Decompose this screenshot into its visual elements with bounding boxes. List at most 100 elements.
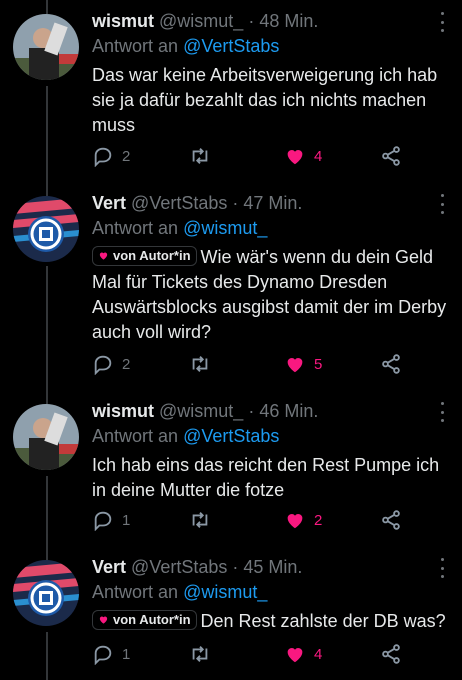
- retweet-button[interactable]: [188, 508, 212, 532]
- timestamp[interactable]: 46 Min.: [259, 401, 318, 421]
- separator: ·: [248, 11, 255, 31]
- reply-context: Antwort an @VertStabs: [92, 35, 279, 57]
- schalke-avatar-icon: [13, 560, 79, 626]
- display-name[interactable]: wismut: [92, 401, 154, 421]
- author-badge: von Autor*in: [92, 245, 197, 266]
- reply-mention-link[interactable]: @VertStabs: [183, 426, 279, 446]
- tweet-actions: 1 2: [92, 508, 412, 532]
- retweet-button[interactable]: [188, 144, 212, 168]
- heart-icon: [287, 150, 303, 165]
- timestamp[interactable]: 48 Min.: [259, 11, 318, 31]
- more-options-icon[interactable]: [434, 402, 450, 422]
- heart-icon: [287, 358, 303, 373]
- reply-icon: [94, 147, 112, 167]
- retweet-button[interactable]: [188, 642, 212, 666]
- heart-icon: [287, 648, 303, 663]
- schalke-avatar-icon: [13, 196, 79, 262]
- tweet-text-container: von Autor*in Den Rest zahlste der DB was…: [92, 609, 448, 634]
- reply-button[interactable]: 1: [92, 508, 130, 532]
- reply-context: Antwort an @wismut_: [92, 217, 267, 239]
- reply-prefix: Antwort an: [92, 36, 179, 56]
- separator: ·: [248, 401, 255, 421]
- username[interactable]: @wismut_: [159, 401, 243, 421]
- tweet-header: wismut @wismut_ · 46 Min.: [92, 400, 432, 422]
- like-button[interactable]: 2: [284, 508, 322, 532]
- tweet-actions: 1 4: [92, 642, 412, 666]
- heart-icon: [287, 514, 303, 529]
- retweet-icon: [192, 646, 208, 662]
- reply-mention-link[interactable]: @VertStabs: [183, 36, 279, 56]
- reply-count: 2: [122, 147, 131, 165]
- like-count: 4: [314, 645, 323, 663]
- avatar[interactable]: [13, 560, 79, 626]
- share-icon: [382, 146, 400, 166]
- username[interactable]: @wismut_: [159, 11, 243, 31]
- more-options-icon[interactable]: [434, 12, 450, 32]
- reply-icon: [94, 355, 112, 375]
- reply-icon: [94, 511, 112, 531]
- like-count: 2: [314, 511, 323, 529]
- reply-count: 1: [122, 511, 131, 529]
- avatar[interactable]: [13, 14, 79, 80]
- tweet[interactable]: Vert @VertStabs · 45 Min. Antwort an @wi…: [0, 556, 462, 680]
- reply-mention-link[interactable]: @wismut_: [183, 218, 267, 238]
- tweet-header: wismut @wismut_ · 48 Min.: [92, 10, 432, 32]
- share-button[interactable]: [380, 144, 402, 168]
- share-icon: [382, 510, 400, 530]
- reply-button[interactable]: 2: [92, 144, 130, 168]
- username[interactable]: @VertStabs: [131, 193, 227, 213]
- avatar[interactable]: [13, 196, 79, 262]
- more-options-icon[interactable]: [434, 194, 450, 214]
- like-count: 5: [314, 355, 323, 373]
- display-name[interactable]: wismut: [92, 11, 154, 31]
- wismut-avatar-icon: [13, 404, 79, 470]
- reply-prefix: Antwort an: [92, 218, 179, 238]
- heart-icon: [99, 616, 108, 624]
- retweet-icon: [192, 356, 208, 372]
- tweet-actions: 2 5: [92, 352, 412, 376]
- retweet-icon: [192, 512, 208, 528]
- avatar[interactable]: [13, 404, 79, 470]
- separator: ·: [232, 193, 239, 213]
- wismut-avatar-icon: [13, 14, 79, 80]
- author-badge: von Autor*in: [92, 609, 197, 630]
- retweet-icon: [192, 148, 208, 164]
- display-name[interactable]: Vert: [92, 557, 126, 577]
- reply-prefix: Antwort an: [92, 582, 179, 602]
- reply-count: 1: [122, 645, 131, 663]
- tweet[interactable]: Vert @VertStabs · 47 Min. Antwort an @wi…: [0, 192, 462, 392]
- share-button[interactable]: [380, 508, 402, 532]
- share-icon: [382, 354, 400, 374]
- like-button[interactable]: 4: [284, 642, 322, 666]
- tweet-actions: 2 4: [92, 144, 412, 168]
- like-button[interactable]: 5: [284, 352, 322, 376]
- timestamp[interactable]: 47 Min.: [243, 193, 302, 213]
- username[interactable]: @VertStabs: [131, 557, 227, 577]
- like-button[interactable]: 4: [284, 144, 322, 168]
- reply-icon: [94, 645, 112, 665]
- timestamp[interactable]: 45 Min.: [243, 557, 302, 577]
- display-name[interactable]: Vert: [92, 193, 126, 213]
- tweet[interactable]: wismut @wismut_ · 48 Min. Antwort an @Ve…: [0, 10, 462, 180]
- tweet-header: Vert @VertStabs · 47 Min.: [92, 192, 432, 214]
- author-badge-label: von Autor*in: [113, 247, 191, 263]
- like-count: 4: [314, 147, 323, 165]
- tweet-header: Vert @VertStabs · 45 Min.: [92, 556, 432, 578]
- share-button[interactable]: [380, 352, 402, 376]
- reply-count: 2: [122, 355, 131, 373]
- reply-context: Antwort an @wismut_: [92, 581, 267, 603]
- more-options-icon[interactable]: [434, 558, 450, 578]
- tweet-text: Das war keine Arbeitsverweigerung ich ha…: [92, 65, 438, 135]
- tweet-text-container: von Autor*in Wie wär's wenn du dein Geld…: [92, 245, 448, 345]
- tweet-text: Ich hab eins das reicht den Rest Pumpe i…: [92, 455, 440, 500]
- reply-mention-link[interactable]: @wismut_: [183, 582, 267, 602]
- reply-button[interactable]: 1: [92, 642, 130, 666]
- separator: ·: [232, 557, 239, 577]
- share-button[interactable]: [380, 642, 402, 666]
- retweet-button[interactable]: [188, 352, 212, 376]
- author-badge-label: von Autor*in: [113, 611, 191, 627]
- tweet-text: Den Rest zahlste der DB was?: [200, 611, 446, 631]
- reply-button[interactable]: 2: [92, 352, 130, 376]
- heart-icon: [99, 252, 108, 260]
- tweet[interactable]: wismut @wismut_ · 46 Min. Antwort an @Ve…: [0, 400, 462, 550]
